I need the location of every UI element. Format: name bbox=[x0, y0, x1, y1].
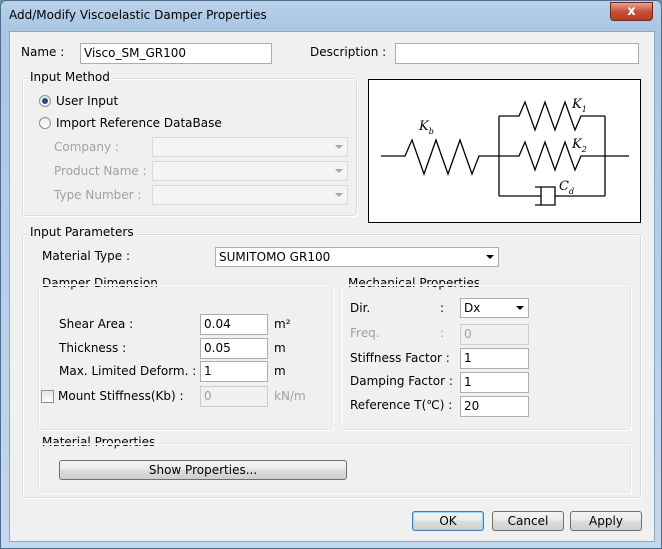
damping-factor-label: Damping Factor : bbox=[350, 374, 453, 388]
dir-colon: : bbox=[440, 301, 445, 315]
company-combo bbox=[152, 137, 348, 157]
damper-dimension-group bbox=[38, 284, 333, 430]
shear-area-input[interactable]: 0.04 bbox=[200, 314, 268, 335]
shear-area-label: Shear Area : bbox=[59, 317, 134, 331]
window-title: Add/Modify Viscoelastic Damper Propertie… bbox=[9, 8, 267, 22]
chevron-down-icon bbox=[516, 306, 524, 310]
input-method-title: Input Method bbox=[28, 70, 112, 84]
name-input[interactable]: Visco_SM_GR100 bbox=[80, 43, 272, 64]
chevron-down-icon bbox=[335, 193, 343, 197]
dir-value: Dx bbox=[464, 301, 481, 315]
damping-factor-input[interactable]: 1 bbox=[460, 372, 529, 393]
thickness-input[interactable]: 0.05 bbox=[200, 338, 268, 359]
cancel-button[interactable]: Cancel bbox=[492, 511, 564, 531]
cd-label: Cd bbox=[559, 179, 574, 196]
type-number-label: Type Number : bbox=[54, 188, 142, 202]
product-name-combo bbox=[152, 161, 348, 181]
show-properties-button[interactable]: Show Properties... bbox=[59, 460, 347, 480]
import-database-label[interactable]: Import Reference DataBase bbox=[56, 116, 222, 130]
apply-button[interactable]: Apply bbox=[570, 511, 642, 531]
dialog-window: Add/Modify Viscoelastic Damper Propertie… bbox=[0, 0, 662, 549]
company-label: Company : bbox=[54, 140, 119, 154]
freq-label: Freq. bbox=[350, 326, 380, 340]
damper-model-svg: Kb K1 K2 Cd bbox=[381, 97, 629, 206]
mount-stiffness-label[interactable]: Mount Stiffness(Kb) : bbox=[58, 389, 184, 403]
max-deform-label: Max. Limited Deform. : bbox=[59, 364, 197, 378]
mount-stiffness-unit: kN/m bbox=[274, 389, 306, 403]
thickness-label: Thickness : bbox=[59, 341, 127, 355]
ok-button[interactable]: OK bbox=[412, 511, 484, 531]
dir-combo[interactable]: Dx bbox=[460, 298, 529, 318]
material-type-label: Material Type : bbox=[42, 249, 130, 263]
k2-label: K2 bbox=[571, 137, 587, 154]
mount-stiffness-checkbox[interactable] bbox=[41, 390, 54, 403]
stiffness-factor-input[interactable]: 1 bbox=[460, 348, 529, 369]
description-label: Description : bbox=[310, 45, 387, 59]
k1-label: K1 bbox=[571, 97, 587, 114]
mount-stiffness-input: 0 bbox=[200, 386, 268, 407]
title-bar[interactable]: Add/Modify Viscoelastic Damper Propertie… bbox=[1, 1, 661, 29]
name-label: Name : bbox=[21, 45, 65, 59]
dialog-client-area: Name : Visco_SM_GR100 Description : Inpu… bbox=[9, 31, 655, 542]
chevron-down-icon bbox=[335, 169, 343, 173]
freq-input: 0 bbox=[460, 324, 529, 345]
chevron-down-icon bbox=[335, 145, 343, 149]
import-database-radio[interactable] bbox=[39, 117, 51, 129]
product-name-label: Product Name : bbox=[54, 164, 147, 178]
user-input-radio[interactable] bbox=[39, 95, 51, 107]
user-input-label[interactable]: User Input bbox=[56, 94, 118, 108]
stiffness-factor-label: Stiffness Factor : bbox=[350, 351, 450, 365]
dir-label: Dir. bbox=[350, 301, 371, 315]
freq-colon: : bbox=[440, 326, 445, 340]
chevron-down-icon bbox=[486, 255, 494, 259]
thickness-unit: m bbox=[274, 341, 286, 355]
max-deform-input[interactable]: 1 bbox=[200, 361, 268, 382]
damper-model-diagram: Kb K1 K2 Cd bbox=[368, 79, 641, 223]
max-deform-unit: m bbox=[274, 364, 286, 378]
shear-area-unit: m² bbox=[274, 317, 291, 331]
material-type-combo[interactable]: SUMITOMO GR100 bbox=[215, 247, 499, 267]
close-button[interactable]: x bbox=[610, 2, 653, 21]
type-number-combo bbox=[152, 185, 348, 205]
description-input[interactable] bbox=[395, 43, 639, 64]
close-icon: x bbox=[627, 4, 636, 19]
material-type-value: SUMITOMO GR100 bbox=[219, 250, 331, 264]
kb-label: Kb bbox=[418, 119, 434, 136]
input-parameters-title: Input Parameters bbox=[28, 225, 136, 239]
reference-temp-label: Reference T(℃) : bbox=[350, 398, 453, 412]
reference-temp-input[interactable]: 20 bbox=[460, 396, 529, 417]
